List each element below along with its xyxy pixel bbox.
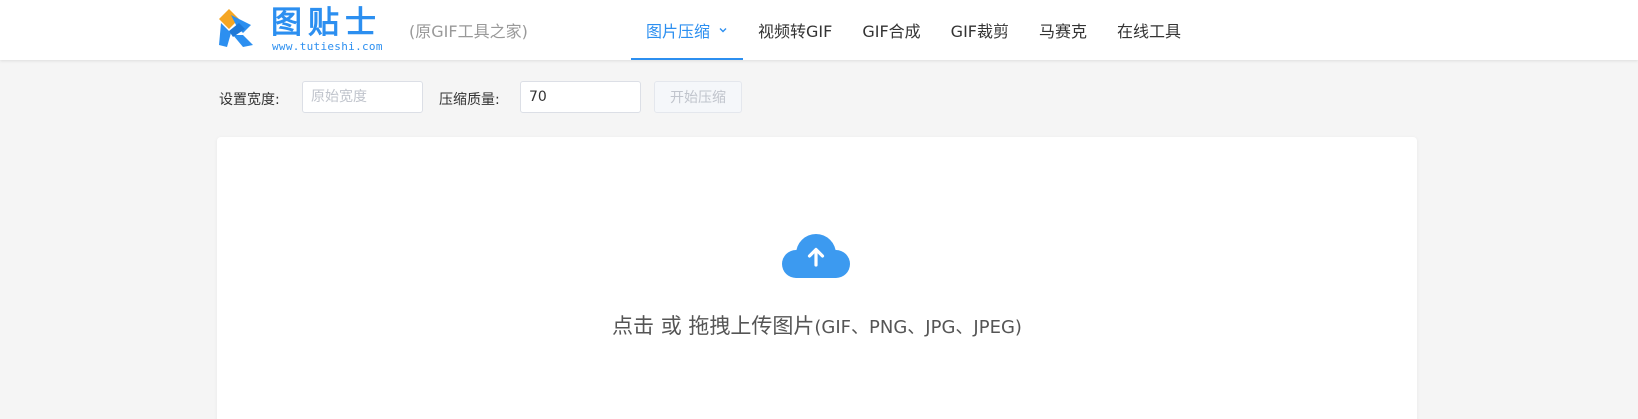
nav-item-gif-crop[interactable]: GIF裁剪 (936, 0, 1024, 60)
site-slogan: (原GIF工具之家) (409, 22, 528, 41)
nav-item-label: 在线工具 (1117, 22, 1182, 41)
width-label: 设置宽度: (219, 92, 280, 108)
nav-item-label: GIF裁剪 (950, 22, 1009, 41)
nav-item-label: GIF合成 (862, 22, 921, 41)
nav-item-label: 图片压缩 (646, 22, 711, 41)
main-nav: 图片压缩 视频转GIF GIF合成 GIF裁剪 马赛克 在线工具 (631, 0, 1196, 60)
logo-url: www.tutieshi.com (272, 40, 383, 53)
nav-item-mosaic[interactable]: 马赛克 (1024, 0, 1102, 60)
nav-item-online-tools[interactable]: 在线工具 (1102, 0, 1196, 60)
start-compress-button[interactable]: 开始压缩 (654, 81, 742, 113)
upload-dropzone[interactable]: 点击 或 拖拽上传图片(GIF、PNG、JPG、JPEG) (217, 137, 1417, 419)
cloud-upload-icon[interactable] (780, 230, 852, 282)
top-header: 图贴士 www.tutieshi.com (原GIF工具之家) 图片压缩 视频转… (0, 0, 1638, 60)
logo-mark-icon (219, 9, 253, 47)
nav-item-video-to-gif[interactable]: 视频转GIF (743, 0, 847, 60)
nav-item-label: 视频转GIF (758, 22, 833, 41)
chevron-down-icon (719, 28, 727, 33)
upload-main-text: 点击 或 拖拽上传图片 (612, 314, 815, 338)
site-logo[interactable]: 图贴士 www.tutieshi.com (219, 6, 399, 54)
quality-label: 压缩质量: (439, 92, 500, 108)
nav-item-label: 马赛克 (1039, 22, 1088, 41)
nav-item-image-compress[interactable]: 图片压缩 (631, 0, 744, 60)
width-input[interactable] (302, 81, 423, 113)
upload-instruction: 点击 或 拖拽上传图片(GIF、PNG、JPG、JPEG) (217, 310, 1417, 340)
quality-input[interactable] (520, 81, 641, 113)
upload-formats-text: (GIF、PNG、JPG、JPEG) (814, 317, 1022, 338)
nav-item-gif-compose[interactable]: GIF合成 (847, 0, 935, 60)
logo-text: 图贴士 (271, 5, 382, 41)
